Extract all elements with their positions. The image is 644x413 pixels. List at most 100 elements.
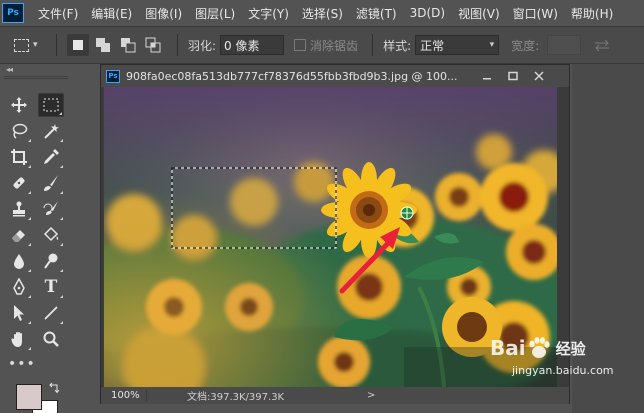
foreground-color-swatch[interactable] <box>16 384 42 410</box>
watermark-name: 经验 <box>555 339 586 358</box>
eraser-tool[interactable] <box>6 223 32 247</box>
history-brush-tool[interactable] <box>38 197 64 221</box>
subtract-from-selection-button[interactable] <box>117 34 139 56</box>
bandage-icon <box>13 177 25 189</box>
feather-input[interactable]: 0 像素 <box>220 35 285 55</box>
maximize-icon <box>508 71 518 81</box>
tool-preset-picker[interactable]: ▾ <box>14 34 46 56</box>
crop-tool[interactable] <box>6 145 32 169</box>
menu-select[interactable]: 选择(S) <box>302 5 343 22</box>
menu-help[interactable]: 帮助(H) <box>571 5 613 22</box>
type-tool[interactable]: T <box>38 275 64 299</box>
move-icon <box>11 97 27 113</box>
minimize-button[interactable] <box>476 65 498 87</box>
hand-icon <box>11 332 22 347</box>
quick-selection-cursor <box>400 206 414 220</box>
eraser-icon <box>12 230 25 242</box>
brush-icon <box>44 175 58 191</box>
pen-tool[interactable] <box>6 275 32 299</box>
lasso-icon <box>12 123 28 139</box>
brush-tool[interactable] <box>38 171 64 195</box>
path-selection-tool[interactable] <box>6 301 32 325</box>
new-selection-icon <box>73 40 83 50</box>
status-menu-arrow-icon[interactable]: > <box>367 390 375 401</box>
menu-view[interactable]: 视图(V) <box>458 5 500 22</box>
pen-icon <box>13 278 25 295</box>
intersect-selection-icon <box>145 37 161 53</box>
menu-image[interactable]: 图像(I) <box>145 5 182 22</box>
intersect-selection-button[interactable] <box>142 34 164 56</box>
antialias-label: 消除锯齿 <box>310 38 359 53</box>
baidu-logo: Bai <box>490 336 526 360</box>
menu-file[interactable]: 文件(F) <box>38 5 78 22</box>
tools-panel: ◂◂ T ••• <box>0 64 72 413</box>
swap-colors-icon[interactable] <box>48 382 60 394</box>
magnifier-icon <box>43 331 59 347</box>
add-to-selection-button[interactable] <box>92 34 114 56</box>
drop-icon <box>14 254 24 269</box>
line-icon <box>44 306 58 320</box>
style-value: 正常 <box>420 38 445 53</box>
document-tab[interactable]: Ps 908fa0ec08fa513db777cf78376d55fbb3fbd… <box>101 65 569 87</box>
divider <box>177 34 178 56</box>
stamp-icon <box>13 201 25 217</box>
document-size-info[interactable]: 文档:397.3K/397.3K <box>187 388 307 403</box>
width-label: 宽度: <box>511 38 540 53</box>
collapse-panel-icon[interactable]: ◂◂ <box>6 65 13 74</box>
antialias-checkbox[interactable] <box>294 39 307 51</box>
magic-wand-tool[interactable] <box>38 119 64 143</box>
rectangular-marquee-tool[interactable] <box>38 93 64 117</box>
marquee-icon <box>43 98 59 112</box>
divider <box>56 34 57 56</box>
width-input[interactable] <box>547 35 582 55</box>
eyedropper-icon <box>44 149 59 164</box>
divider <box>372 34 374 56</box>
style-label: 样式: <box>383 38 412 53</box>
zoom-level[interactable]: 100% <box>101 390 147 401</box>
line-tool[interactable] <box>38 301 64 325</box>
eyedropper-tool[interactable] <box>38 145 64 169</box>
lasso-tool[interactable] <box>6 119 32 143</box>
paint-bucket-tool[interactable] <box>38 223 64 247</box>
menu-type[interactable]: 文字(Y) <box>248 5 289 22</box>
feather-label: 羽化: <box>188 38 217 53</box>
zoom-tool[interactable] <box>38 327 64 351</box>
close-button[interactable] <box>528 65 550 87</box>
crop-icon <box>11 149 27 165</box>
style-select[interactable]: 正常 ▾ <box>415 35 500 55</box>
blur-tool[interactable] <box>6 249 32 273</box>
magic-wand-icon <box>44 124 59 139</box>
menu-layer[interactable]: 图层(L) <box>195 5 235 22</box>
photoshop-window: Ps 文件(F) 编辑(E) 图像(I) 图层(L) 文字(Y) 选择(S) 滤… <box>0 0 644 413</box>
swap-width-height-icon[interactable] <box>591 36 613 54</box>
options-bar: ▾ 羽化: 0 像素 消除锯齿 样式: 正常 ▾ 宽度: <box>0 26 644 64</box>
photoshop-logo-icon: Ps <box>2 3 24 23</box>
watermark-url: jingyan.baidu.com <box>512 364 614 377</box>
menu-bar: Ps 文件(F) 编辑(E) 图像(I) 图层(L) 文字(Y) 选择(S) 滤… <box>0 0 644 26</box>
new-selection-button[interactable] <box>67 34 89 56</box>
maximize-button[interactable] <box>502 65 524 87</box>
clone-stamp-tool[interactable] <box>6 197 32 221</box>
menu-filter[interactable]: 滤镜(T) <box>356 5 397 22</box>
move-tool[interactable] <box>6 93 32 117</box>
edit-toolbar-icon[interactable]: ••• <box>8 356 36 372</box>
rectangular-marquee-icon <box>14 38 29 52</box>
history-brush-icon <box>43 201 58 215</box>
panel-grip[interactable] <box>4 76 68 79</box>
healing-brush-tool[interactable] <box>6 171 32 195</box>
chevron-down-icon: ▾ <box>33 40 38 50</box>
document-title: 908fa0ec08fa513db777cf78376d55fbb3fbd9b3… <box>126 69 458 83</box>
type-icon: T <box>44 277 58 297</box>
add-selection-icon <box>96 38 110 52</box>
paw-icon <box>529 337 550 358</box>
menu-window[interactable]: 窗口(W) <box>513 5 558 22</box>
hand-tool[interactable] <box>6 327 32 351</box>
document-ps-icon: Ps <box>106 69 120 83</box>
subtract-selection-icon <box>121 38 136 53</box>
menu-3d[interactable]: 3D(D) <box>410 6 445 20</box>
dodge-tool[interactable] <box>38 249 64 273</box>
menu-edit[interactable]: 编辑(E) <box>91 5 132 22</box>
dodge-icon <box>44 253 58 269</box>
close-icon <box>534 71 544 81</box>
arrow-cursor-icon <box>14 305 24 321</box>
